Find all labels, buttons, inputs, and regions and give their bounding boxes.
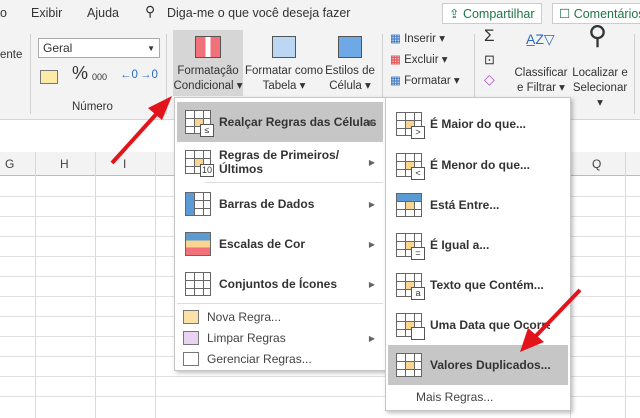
red-arrow-icon [520, 288, 582, 352]
annotation-arrows [110, 96, 582, 352]
red-arrow-icon [110, 96, 172, 165]
